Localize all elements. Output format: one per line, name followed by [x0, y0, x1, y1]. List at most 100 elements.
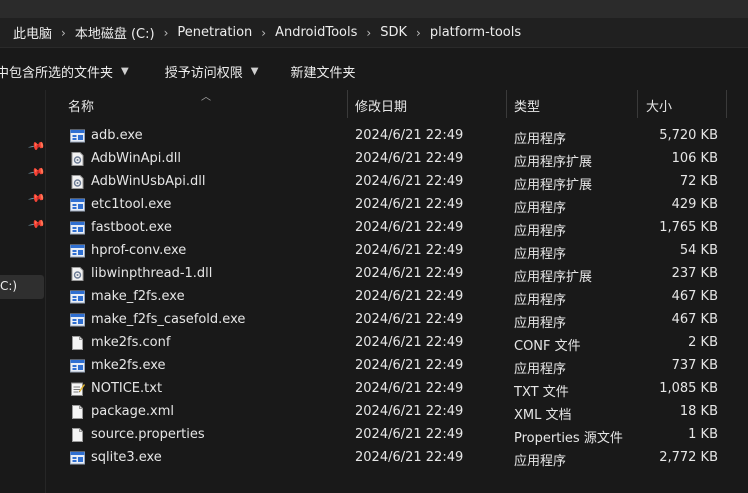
- file-date: 2024/6/21 22:49: [355, 243, 464, 258]
- file-list: adb.exe 2024/6/21 22:49 应用程序 5,720 KB AdbWin…: [46, 125, 748, 470]
- file-name: AdbWinUsbApi.dll: [91, 174, 206, 189]
- file-date: 2024/6/21 22:49: [355, 404, 464, 419]
- breadcrumb-platform-tools[interactable]: platform-tools: [427, 25, 524, 40]
- file-type: TXT 文件: [514, 385, 569, 400]
- file-type: 应用程序: [514, 247, 567, 262]
- file-row[interactable]: etc1tool.exe 2024/6/21 22:49 应用程序 429 KB: [46, 194, 748, 217]
- chevron-right-icon[interactable]: ›: [55, 26, 72, 40]
- file-date: 2024/6/21 22:49: [355, 266, 464, 281]
- pin-icon[interactable]: 📌: [28, 137, 47, 156]
- column-divider[interactable]: [347, 90, 348, 118]
- chevron-down-icon: ▼: [250, 65, 259, 77]
- file-type: 应用程序扩展: [514, 178, 593, 193]
- chevron-right-icon[interactable]: ›: [360, 26, 377, 40]
- file-size: 737 KB: [671, 358, 718, 373]
- file-date: 2024/6/21 22:49: [355, 427, 464, 442]
- file-size: 2 KB: [688, 335, 718, 350]
- file-name: libwinpthread-1.dll: [91, 266, 213, 281]
- file-name: sqlite3.exe: [91, 450, 162, 465]
- file-size: 237 KB: [671, 266, 718, 281]
- file-size: 1,085 KB: [659, 381, 718, 396]
- breadcrumb-this-pc[interactable]: 此电脑: [10, 23, 55, 42]
- file-type: 应用程序扩展: [514, 155, 593, 170]
- file-row[interactable]: adb.exe 2024/6/21 22:49 应用程序 5,720 KB: [46, 125, 748, 148]
- file-size: 1,765 KB: [659, 220, 718, 235]
- file-row[interactable]: fastboot.exe 2024/6/21 22:49 应用程序 1,765 KB: [46, 217, 748, 240]
- file-row[interactable]: package.xml 2024/6/21 22:49 XML 文档 18 KB: [46, 401, 748, 424]
- file-row[interactable]: NOTICE.txt 2024/6/21 22:49 TXT 文件 1,085 KB: [46, 378, 748, 401]
- chevron-right-icon[interactable]: ›: [158, 26, 175, 40]
- grant-access-button[interactable]: 授予访问权限 ▼: [165, 62, 259, 81]
- file-row[interactable]: mke2fs.exe 2024/6/21 22:49 应用程序 737 KB: [46, 355, 748, 378]
- sort-ascending-icon: ︿: [201, 92, 211, 103]
- exe-icon: [70, 129, 85, 143]
- exe-icon: [70, 313, 85, 327]
- file-type: Properties 源文件: [514, 431, 623, 446]
- file-size: 18 KB: [679, 404, 718, 419]
- file-row[interactable]: source.properties 2024/6/21 22:49 Properti…: [46, 424, 748, 447]
- navigation-pane[interactable]: 📌 📌 📌 📌 C:): [0, 90, 46, 493]
- file-name: NOTICE.txt: [91, 381, 163, 396]
- file-size: 2,772 KB: [659, 450, 718, 465]
- file-date: 2024/6/21 22:49: [355, 220, 464, 235]
- file-date: 2024/6/21 22:49: [355, 335, 464, 350]
- column-date[interactable]: 修改日期: [355, 96, 407, 115]
- file-size: 54 KB: [679, 243, 718, 258]
- chevron-right-icon[interactable]: ›: [255, 26, 272, 40]
- breadcrumb-sdk[interactable]: SDK: [377, 25, 410, 40]
- file-name: AdbWinApi.dll: [91, 151, 181, 166]
- file-size: 1 KB: [688, 427, 718, 442]
- file-name: mke2fs.conf: [91, 335, 171, 350]
- file-row[interactable]: make_f2fs_casefold.exe 2024/6/21 22:49 应用程…: [46, 309, 748, 332]
- file-type: 应用程序扩展: [514, 270, 593, 285]
- file-row[interactable]: mke2fs.conf 2024/6/21 22:49 CONF 文件 2 KB: [46, 332, 748, 355]
- pin-icon[interactable]: 📌: [28, 189, 47, 208]
- pin-icon[interactable]: 📌: [28, 215, 47, 234]
- txt-icon: [70, 382, 85, 396]
- new-folder-button[interactable]: 新建文件夹: [290, 62, 355, 81]
- file-type: 应用程序: [514, 293, 567, 308]
- file-size: 72 KB: [679, 174, 718, 189]
- file-date: 2024/6/21 22:49: [355, 197, 464, 212]
- file-type: XML 文档: [514, 408, 572, 423]
- file-date: 2024/6/21 22:49: [355, 174, 464, 189]
- column-divider[interactable]: [637, 90, 638, 118]
- file-size: 467 KB: [671, 289, 718, 304]
- breadcrumb-local-disk[interactable]: 本地磁盘 (C:): [72, 23, 158, 42]
- file-type: CONF 文件: [514, 339, 581, 354]
- file-name: mke2fs.exe: [91, 358, 166, 373]
- file-type: 应用程序: [514, 224, 567, 239]
- column-name[interactable]: 名称: [68, 96, 94, 115]
- address-bar[interactable]: 此电脑 › 本地磁盘 (C:) › Penetration › AndroidT…: [0, 18, 748, 48]
- exe-icon: [70, 290, 85, 304]
- command-toolbar: 中包含所选的文件夹 ▼ 授予访问权限 ▼ 新建文件夹: [0, 52, 748, 90]
- file-type: 应用程序: [514, 201, 567, 216]
- file-row[interactable]: hprof-conv.exe 2024/6/21 22:49 应用程序 54 KB: [46, 240, 748, 263]
- include-in-library-label: 中包含所选的文件夹: [0, 65, 114, 81]
- file-row[interactable]: AdbWinApi.dll 2024/6/21 22:49 应用程序扩展 106 KB: [46, 148, 748, 171]
- file-row[interactable]: AdbWinUsbApi.dll 2024/6/21 22:49 应用程序扩展 72 …: [46, 171, 748, 194]
- dll-icon: [70, 267, 85, 281]
- breadcrumb-penetration[interactable]: Penetration: [174, 25, 255, 40]
- column-size[interactable]: 大小: [646, 96, 672, 115]
- chevron-down-icon: ▼: [121, 65, 129, 77]
- file-type: 应用程序: [514, 316, 567, 331]
- include-in-library-button[interactable]: 中包含所选的文件夹 ▼: [0, 62, 129, 81]
- file-row[interactable]: sqlite3.exe 2024/6/21 22:49 应用程序 2,772 KB: [46, 447, 748, 470]
- exe-icon: [70, 244, 85, 258]
- column-divider[interactable]: [726, 90, 727, 118]
- nav-item-label: C:): [0, 279, 18, 293]
- dll-icon: [70, 175, 85, 189]
- breadcrumb-androidtools[interactable]: AndroidTools: [272, 25, 360, 40]
- file-row[interactable]: libwinpthread-1.dll 2024/6/21 22:49 应用程序扩展…: [46, 263, 748, 286]
- chevron-right-icon[interactable]: ›: [410, 26, 427, 40]
- column-divider[interactable]: [506, 90, 507, 118]
- column-type[interactable]: 类型: [514, 96, 540, 115]
- exe-icon: [70, 359, 85, 373]
- column-header: ︿ 名称 修改日期 类型 大小: [46, 90, 748, 118]
- grant-access-label: 授予访问权限: [164, 65, 243, 81]
- nav-item-local-disk[interactable]: C:): [0, 275, 44, 299]
- file-size: 467 KB: [671, 312, 718, 327]
- pin-icon[interactable]: 📌: [28, 163, 47, 182]
- file-row[interactable]: make_f2fs.exe 2024/6/21 22:49 应用程序 467 KB: [46, 286, 748, 309]
